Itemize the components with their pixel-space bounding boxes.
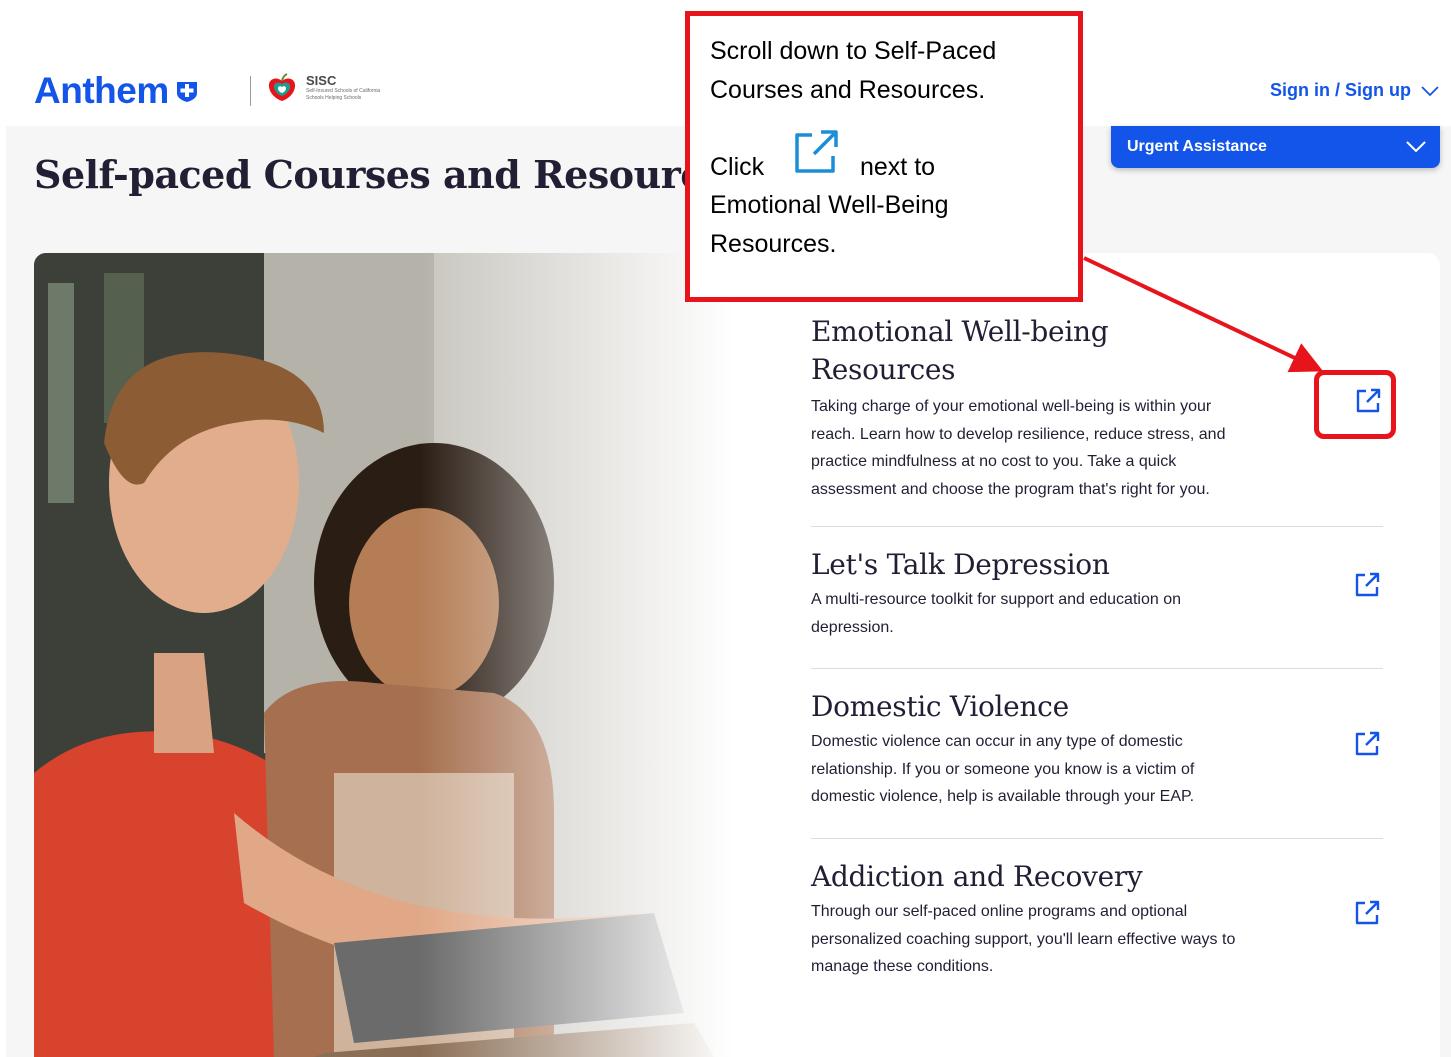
sisc-title: SISC: [306, 73, 337, 88]
external-link-button[interactable]: [1351, 569, 1383, 601]
resource-item: Emotional Well-being Resources Taking ch…: [811, 311, 1383, 527]
resources-list: Emotional Well-being Resources Taking ch…: [811, 311, 1383, 989]
callout-next-to: next to: [860, 152, 936, 181]
resource-title: Domestic Violence: [811, 690, 1069, 723]
callout-spacer: [710, 109, 1058, 148]
resource-description: Through our self-paced online programs a…: [811, 903, 1236, 975]
callout-line: Scroll down to Self-Paced: [710, 37, 997, 65]
resource-description: A multi-resource toolkit for support and…: [811, 591, 1181, 636]
students-photo: [34, 253, 734, 1057]
sisc-subtitle: Self-Insured Schools of California: [306, 88, 381, 94]
sisc-logo: SISC Self-Insured Schools of California …: [266, 72, 380, 104]
resource-item: Let's Talk Depression A multi-resource t…: [811, 527, 1383, 669]
resource-description: Domestic violence can occur in any type …: [811, 733, 1195, 805]
sisc-tagline: Schools Helping Schools: [306, 95, 362, 101]
external-link-icon: [1355, 731, 1380, 756]
resource-title: Addiction and Recovery: [811, 860, 1143, 893]
external-link-icon: [1355, 572, 1380, 597]
urgent-assistance-label: Urgent Assistance: [1127, 138, 1267, 155]
anthem-logo[interactable]: Anthem: [34, 70, 199, 112]
chevron-down-icon: [1421, 85, 1439, 96]
page-title: Self-paced Courses and Resources: [34, 152, 748, 197]
chevron-down-icon: [1406, 141, 1426, 153]
sign-in-label: Sign in / Sign up: [1270, 80, 1411, 100]
anthem-wordmark: Anthem: [34, 70, 169, 111]
callout-line: Courses and Resources.: [710, 75, 986, 104]
highlight-box: [1314, 370, 1396, 439]
resource-description: Taking charge of your emotional well-bei…: [811, 398, 1226, 498]
callout-line: Emotional Well-Being: [710, 191, 949, 219]
external-link-button[interactable]: [1351, 897, 1383, 929]
resources-card: Emotional Well-being Resources Taking ch…: [34, 253, 1440, 1057]
blue-cross-shield-icon: [176, 82, 197, 102]
resource-title: Let's Talk Depression: [811, 548, 1110, 581]
sign-in-menu[interactable]: Sign in / Sign up: [1270, 80, 1439, 101]
resource-title-line: Resources: [811, 353, 956, 386]
resource-item: Domestic Violence Domestic violence can …: [811, 669, 1383, 839]
apple-heart-icon: [268, 73, 296, 101]
resource-item: Addiction and Recovery Through our self-…: [811, 839, 1383, 989]
instruction-callout: Scroll down to Self-Paced Courses and Re…: [685, 11, 1083, 302]
resource-title-line: Emotional Well-being: [811, 315, 1109, 348]
external-link-icon: [795, 130, 838, 173]
urgent-assistance-button[interactable]: Urgent Assistance: [1111, 126, 1440, 168]
callout-line: Resources.: [710, 229, 837, 258]
resource-title: Emotional Well-being Resources: [811, 313, 1383, 389]
external-link-icon: [1355, 900, 1380, 925]
external-link-button[interactable]: [1351, 728, 1383, 760]
callout-click-line: Click next to: [710, 148, 1058, 187]
logo-divider: [250, 76, 251, 106]
